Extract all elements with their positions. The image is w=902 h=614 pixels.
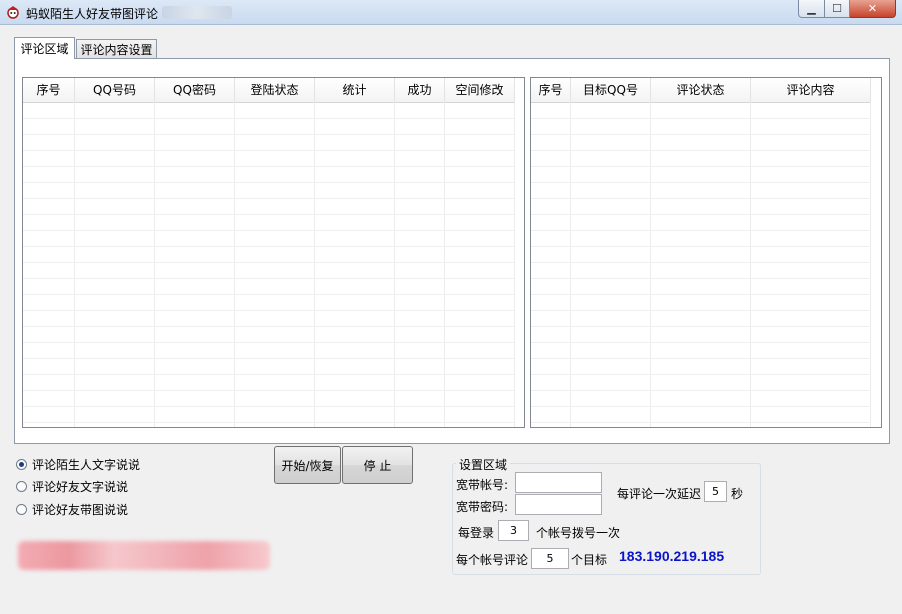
grid-row-line <box>23 214 515 215</box>
tab-comment-area[interactable]: 评论区域 <box>14 37 75 59</box>
column-header-qq-password[interactable]: QQ密码 <box>155 78 235 102</box>
grid-row-line <box>531 390 871 391</box>
grid-row-line <box>23 390 515 391</box>
grid-row-line <box>531 342 871 343</box>
delay-label: 每评论一次延迟 <box>617 487 702 501</box>
account-table[interactable]: 序号 QQ号码 QQ密码 登陆状态 统计 成功 空间修改 <box>22 77 525 428</box>
blurred-watermark <box>18 541 270 570</box>
targets-suffix: 个目标 <box>571 553 608 567</box>
login-count-input[interactable]: 3 <box>498 520 529 541</box>
broadband-password-label: 宽带密码: <box>456 500 509 514</box>
radio-label: 评论好友带图说说 <box>32 503 129 517</box>
radio-friend-image[interactable]: 评论好友带图说说 <box>16 501 128 518</box>
grid-row-line <box>531 182 871 183</box>
grid-row-line <box>23 150 515 151</box>
grid-row-line <box>531 230 871 231</box>
radio-indicator[interactable] <box>16 504 27 515</box>
column-header-success[interactable]: 成功 <box>395 78 445 102</box>
grid-row-line <box>23 310 515 311</box>
grid-row-line <box>531 150 871 151</box>
grid-row-line <box>531 214 871 215</box>
radio-stranger-text[interactable]: 评论陌生人文字说说 <box>16 456 140 473</box>
delay-input[interactable]: 5 <box>704 481 727 502</box>
column-header-index[interactable]: 序号 <box>531 78 571 102</box>
grid-row-line <box>23 326 515 327</box>
grid-row-line <box>531 198 871 199</box>
grid-row-line <box>23 342 515 343</box>
grid-row-line <box>531 422 871 423</box>
column-header-comment-content[interactable]: 评论内容 <box>751 78 871 102</box>
grid-row-line <box>531 262 871 263</box>
targets-per-account-input[interactable]: 5 <box>531 548 569 569</box>
grid-row-line <box>23 118 515 119</box>
tab-comment-content-settings[interactable]: 评论内容设置 <box>76 39 157 59</box>
broadband-password-input[interactable] <box>515 494 602 515</box>
target-table-header: 序号 目标QQ号 评论状态 评论内容 <box>531 78 871 103</box>
blurred-title-suffix <box>162 6 232 19</box>
grid-row-line <box>531 118 871 119</box>
title-bar: 蚂蚁陌生人好友带图评论 ▁ ☐ ✕ <box>0 0 902 25</box>
ant-logo-icon <box>7 6 19 19</box>
targets-label: 每个帐号评论 <box>456 553 529 567</box>
column-header-target-qq[interactable]: 目标QQ号 <box>571 78 651 102</box>
grid-row-line <box>23 422 515 423</box>
grid-row-line <box>23 230 515 231</box>
grid-row-line <box>531 310 871 311</box>
minimize-button[interactable]: ▁ <box>798 0 825 18</box>
radio-friend-text[interactable]: 评论好友文字说说 <box>16 478 128 495</box>
column-header-space-modify[interactable]: 空间修改 <box>445 78 515 102</box>
grid-row-line <box>23 198 515 199</box>
grid-row-line <box>531 358 871 359</box>
column-header-index[interactable]: 序号 <box>23 78 75 102</box>
grid-row-line <box>23 134 515 135</box>
grid-row-line <box>531 374 871 375</box>
radio-label: 评论陌生人文字说说 <box>32 458 141 472</box>
radio-indicator[interactable] <box>16 481 27 492</box>
start-resume-button[interactable]: 开始/恢复 <box>274 446 341 484</box>
grid-row-line <box>23 294 515 295</box>
grid-row-line <box>531 166 871 167</box>
ip-address-display: 183.190.219.185 <box>619 548 725 564</box>
grid-row-line <box>23 262 515 263</box>
radio-indicator[interactable] <box>16 459 27 470</box>
window-title: 蚂蚁陌生人好友带图评论 <box>26 7 159 21</box>
broadband-account-input[interactable] <box>515 472 602 493</box>
grid-row-line <box>23 358 515 359</box>
grid-row-line <box>531 278 871 279</box>
grid-row-line <box>23 182 515 183</box>
column-header-login-status[interactable]: 登陆状态 <box>235 78 315 102</box>
delay-unit: 秒 <box>731 487 744 501</box>
grid-row-line <box>23 166 515 167</box>
grid-row-line <box>531 246 871 247</box>
grid-row-line <box>23 246 515 247</box>
column-header-comment-status[interactable]: 评论状态 <box>651 78 751 102</box>
login-suffix: 个帐号拨号一次 <box>536 526 621 540</box>
column-header-qq-number[interactable]: QQ号码 <box>75 78 155 102</box>
grid-row-line <box>531 406 871 407</box>
grid-row-line <box>531 134 871 135</box>
maximize-button[interactable]: ☐ <box>825 0 850 18</box>
radio-label: 评论好友文字说说 <box>32 480 129 494</box>
broadband-account-label: 宽带帐号: <box>456 478 509 492</box>
login-label: 每登录 <box>458 526 495 540</box>
stop-button[interactable]: 停 止 <box>342 446 413 484</box>
grid-row-line <box>531 326 871 327</box>
account-table-header: 序号 QQ号码 QQ密码 登陆状态 统计 成功 空间修改 <box>23 78 515 103</box>
target-table[interactable]: 序号 目标QQ号 评论状态 评论内容 <box>530 77 882 428</box>
settings-group-title: 设置区域 <box>456 456 511 473</box>
grid-row-line <box>23 278 515 279</box>
grid-row-line <box>531 294 871 295</box>
close-button[interactable]: ✕ <box>850 0 896 18</box>
column-header-statistics[interactable]: 统计 <box>315 78 395 102</box>
grid-row-line <box>23 374 515 375</box>
grid-row-line <box>23 406 515 407</box>
